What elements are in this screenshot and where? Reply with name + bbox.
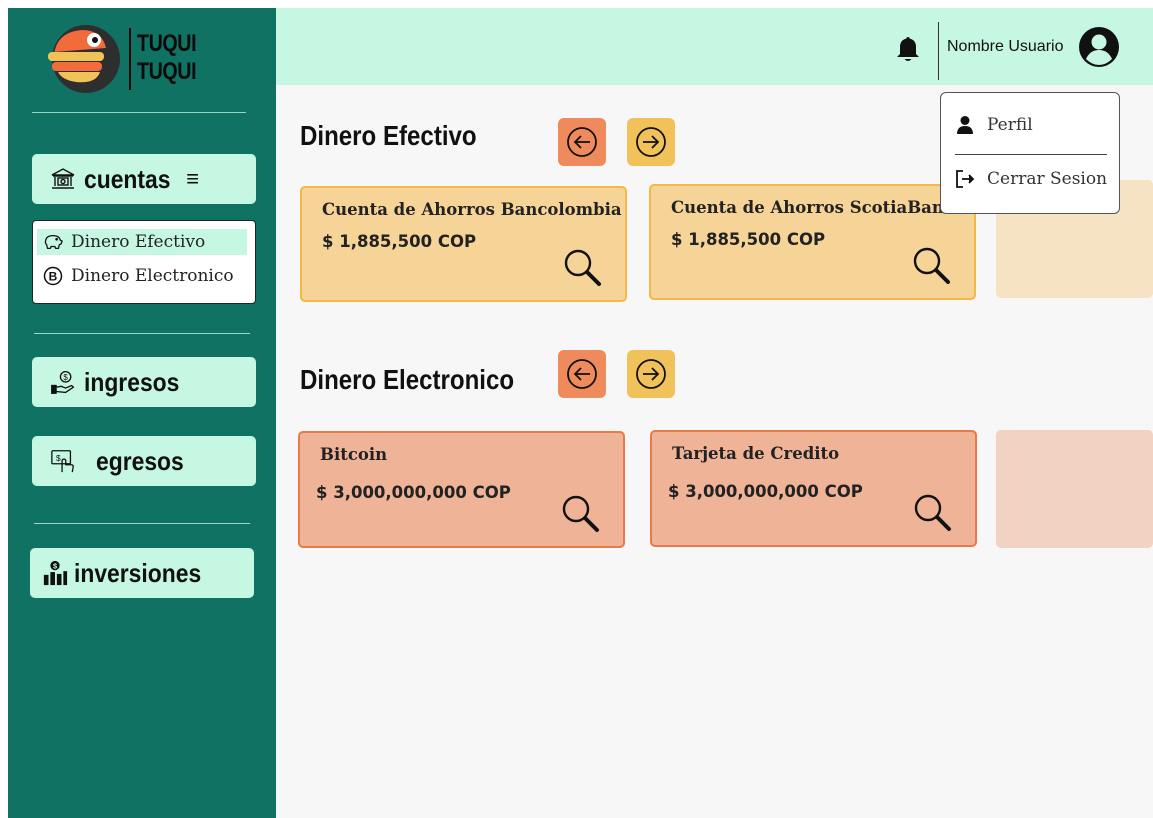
section-title-dinero-electronico: Dinero Electronico	[300, 364, 515, 395]
card-amount: $ 3,000,000,000 COP	[316, 483, 511, 502]
search-icon[interactable]	[559, 492, 601, 534]
submenu-item-dinero-electronico[interactable]: B Dinero Electronico	[33, 263, 255, 289]
user-menu-dropdown: Perfil Cerrar Sesion	[940, 92, 1120, 214]
piggy-bank-icon	[43, 232, 63, 252]
nav-cuentas-label: cuentas	[84, 163, 171, 194]
menu-item-label: Cerrar Sesion	[987, 169, 1108, 189]
card-placeholder	[996, 430, 1153, 548]
svg-text:$: $	[63, 373, 68, 382]
account-card[interactable]: Bitcoin $ 3,000,000,000 COP	[298, 431, 625, 548]
hand-coin-icon: $	[50, 369, 76, 395]
account-card[interactable]: Cuenta de Ahorros Bancolombia $ 1,885,50…	[300, 186, 627, 302]
hamburger-menu-icon[interactable]: ≡	[186, 166, 199, 192]
submenu-item-dinero-efectivo[interactable]: Dinero Efectivo	[37, 229, 247, 255]
submenu-label: Dinero Efectivo	[71, 232, 206, 252]
investment-chart-icon: $	[42, 560, 68, 586]
logo[interactable]: TUQUI TUQUI	[46, 24, 226, 94]
brand-name: TUQUI TUQUI	[137, 30, 197, 85]
sidebar-divider	[34, 333, 250, 334]
nav-inversiones-button[interactable]: $ inversiones	[30, 548, 254, 598]
menu-item-perfil[interactable]: Perfil	[941, 107, 1119, 143]
prev-button[interactable]	[558, 350, 606, 398]
bitcoin-icon: B	[43, 266, 63, 286]
person-icon	[955, 115, 975, 135]
app-frame: TUQUI TUQUI cuentas ≡ Dinero Efectivo B …	[8, 8, 1153, 818]
card-title: Cuenta de Ahorros Bancolombia	[322, 200, 622, 219]
search-icon[interactable]	[910, 244, 952, 286]
card-amount: $ 1,885,500 COP	[671, 230, 826, 249]
nav-egresos-button[interactable]: $ egresos	[32, 436, 256, 486]
prev-button[interactable]	[558, 118, 606, 166]
nav-egresos-label: egresos	[96, 445, 184, 476]
arrow-left-circle-icon	[567, 127, 597, 157]
menu-item-label: Perfil	[987, 115, 1033, 135]
arrow-right-circle-icon	[636, 127, 666, 157]
arrow-right-circle-icon	[636, 359, 666, 389]
next-button[interactable]	[627, 118, 675, 166]
arrow-left-circle-icon	[567, 359, 597, 389]
top-bar: Nombre Usuario	[276, 8, 1153, 85]
card-title: Bitcoin	[320, 445, 388, 464]
account-card[interactable]: Tarjeta de Credito $ 3,000,000,000 COP	[650, 430, 977, 547]
pay-hand-icon: $	[50, 448, 76, 474]
menu-item-cerrar-sesion[interactable]: Cerrar Sesion	[941, 161, 1119, 197]
nav-ingresos-button[interactable]: $ ingresos	[32, 357, 256, 407]
svg-text:B: B	[49, 270, 58, 284]
nav-ingresos-label: ingresos	[84, 366, 180, 397]
sidebar: TUQUI TUQUI cuentas ≡ Dinero Efectivo B …	[8, 8, 276, 818]
section-title-dinero-efectivo: Dinero Efectivo	[300, 120, 477, 151]
search-icon[interactable]	[561, 246, 603, 288]
logo-separator	[129, 28, 131, 90]
card-title: Tarjeta de Credito	[672, 444, 840, 463]
submenu-label: Dinero Electronico	[71, 266, 234, 286]
cuentas-submenu: Dinero Efectivo B Dinero Electronico	[32, 220, 256, 304]
card-title: Cuenta de Ahorros ScotiaBank	[671, 198, 956, 217]
sidebar-divider	[34, 523, 250, 524]
nav-cuentas-button[interactable]: cuentas ≡	[32, 154, 256, 204]
svg-text:$: $	[56, 453, 61, 463]
toucan-logo-icon	[48, 25, 120, 93]
user-circle-icon[interactable]	[1078, 26, 1120, 68]
nav-inversiones-label: inversiones	[74, 557, 202, 588]
card-amount: $ 3,000,000,000 COP	[668, 482, 863, 501]
search-icon[interactable]	[911, 491, 953, 533]
next-button[interactable]	[627, 350, 675, 398]
account-card[interactable]: Cuenta de Ahorros ScotiaBank $ 1,885,500…	[649, 184, 976, 300]
logout-icon	[955, 169, 975, 189]
bank-icon	[50, 166, 76, 192]
dropdown-divider	[955, 154, 1107, 155]
bell-icon[interactable]	[894, 34, 922, 64]
sidebar-divider	[32, 112, 246, 113]
card-amount: $ 1,885,500 COP	[322, 232, 477, 251]
username[interactable]: Nombre Usuario	[947, 38, 1063, 56]
header-separator	[938, 22, 939, 80]
